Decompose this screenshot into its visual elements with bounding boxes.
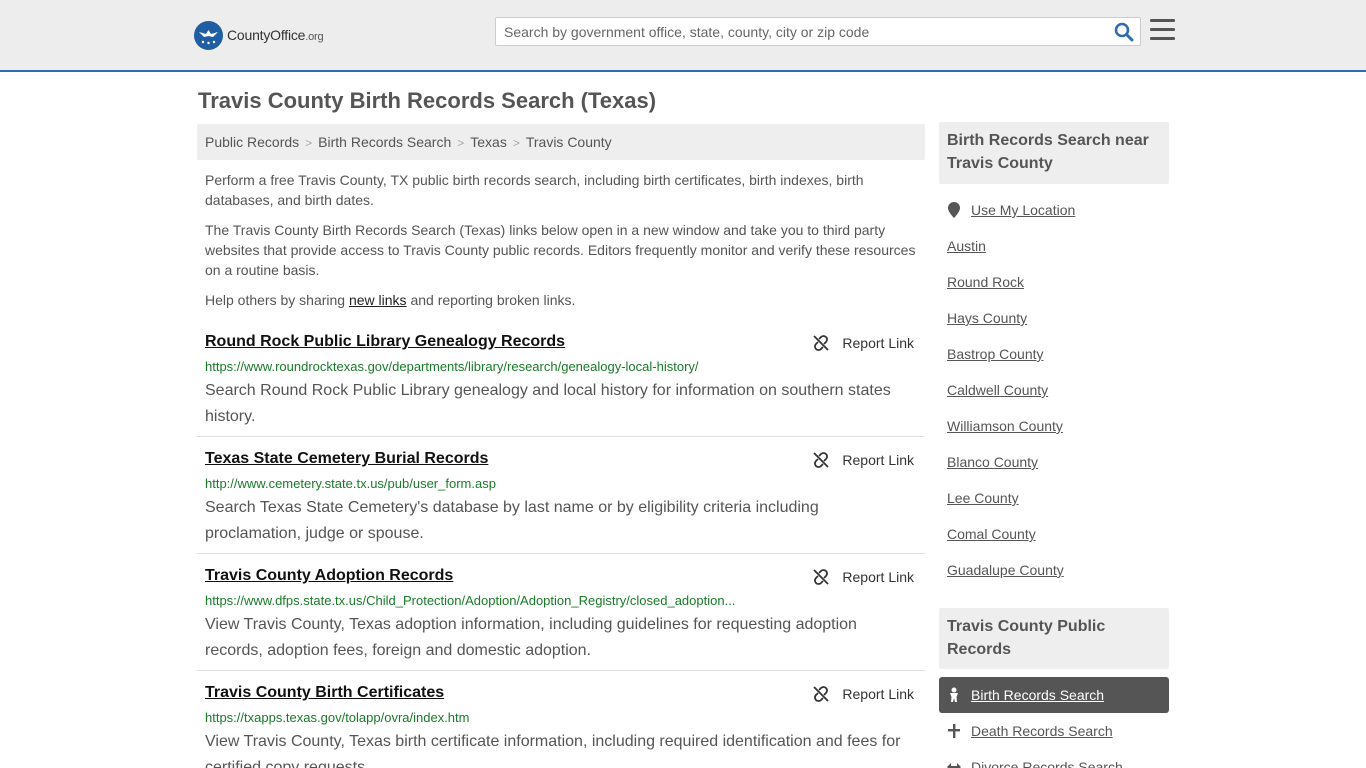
- search-icon: [1114, 22, 1134, 42]
- site-logo[interactable]: CountyOffice.org: [194, 20, 324, 50]
- logo-eagle-icon: [194, 20, 223, 50]
- report-link-button[interactable]: Report Link: [812, 568, 914, 586]
- page-title: Travis County Birth Records Search (Texa…: [198, 88, 657, 113]
- nearby-link-williamson-county[interactable]: Williamson County: [947, 418, 1063, 434]
- map-marker-icon: [947, 202, 961, 218]
- result-item: Round Rock Public Library Genealogy Reco…: [197, 326, 925, 437]
- report-link-button[interactable]: Report Link: [812, 334, 914, 352]
- use-my-location-label: Use My Location: [971, 202, 1076, 218]
- result-description: View Travis County, Texas birth certific…: [205, 733, 901, 768]
- share-text-before: Help others by sharing: [205, 292, 349, 308]
- share-paragraph: Help others by sharing new links and rep…: [205, 290, 920, 310]
- sidebar-item-label: Birth Records Search: [971, 687, 1105, 703]
- result-url: https://www.roundrocktexas.gov/departmen…: [205, 359, 699, 374]
- breadcrumb-travis-county[interactable]: Travis County: [526, 134, 612, 150]
- split-arrows-icon: [947, 761, 961, 768]
- breadcrumb-separator: >: [512, 136, 520, 150]
- public-records-heading: Travis County Public Records: [939, 608, 1169, 669]
- search-box: [495, 17, 1141, 46]
- broken-link-icon: [813, 452, 830, 468]
- result-item: Travis County Adoption Records Report Li…: [197, 560, 925, 671]
- report-link-label: Report Link: [842, 452, 914, 468]
- report-link-button[interactable]: Report Link: [812, 685, 914, 703]
- broken-link-icon: [813, 335, 830, 351]
- cross-icon: [947, 724, 961, 738]
- result-url: https://txapps.texas.gov/tolapp/ovra/ind…: [205, 710, 470, 725]
- report-link-label: Report Link: [842, 569, 914, 585]
- result-title-link[interactable]: Round Rock Public Library Genealogy Reco…: [205, 333, 565, 351]
- search-button[interactable]: [1114, 22, 1134, 42]
- breadcrumb-separator: >: [305, 136, 313, 150]
- baby-icon: [947, 687, 961, 703]
- sidebar-item-divorce-records[interactable]: Divorce Records Search: [939, 749, 1169, 768]
- breadcrumb-birth-records[interactable]: Birth Records Search: [318, 134, 451, 150]
- nearby-link-lee-county[interactable]: Lee County: [947, 490, 1019, 506]
- logo-tld: .org: [305, 31, 324, 43]
- broken-link-icon: [813, 569, 830, 585]
- result-title-link[interactable]: Texas State Cemetery Burial Records: [205, 450, 488, 468]
- breadcrumb: Public Records > Birth Records Search > Texa…: [197, 124, 925, 160]
- nearby-link-austin[interactable]: Austin: [947, 238, 986, 254]
- nearby-link-guadalupe-county[interactable]: Guadalupe County: [947, 562, 1064, 578]
- result-description: Search Round Rock Public Library genealo…: [205, 382, 891, 425]
- sidebar-item-death-records[interactable]: Death Records Search: [939, 713, 1169, 749]
- result-title-link[interactable]: Travis County Adoption Records: [205, 567, 453, 585]
- new-links-link[interactable]: new links: [349, 292, 407, 308]
- result-description: View Travis County, Texas adoption infor…: [205, 616, 857, 659]
- sidebar-item-label: Death Records Search: [971, 723, 1113, 739]
- disclaimer-paragraph: The Travis County Birth Records Search (…: [205, 222, 916, 278]
- intro-paragraph: Perform a free Travis County, TX public …: [205, 172, 864, 208]
- result-url: http://www.cemetery.state.tx.us/pub/user…: [205, 476, 496, 491]
- nearby-link-blanco-county[interactable]: Blanco County: [947, 454, 1038, 470]
- breadcrumb-texas[interactable]: Texas: [470, 134, 507, 150]
- result-item: Texas State Cemetery Burial Records Repo…: [197, 443, 925, 554]
- logo-text: CountyOffice.org: [227, 27, 324, 43]
- broken-link-icon: [813, 686, 830, 702]
- breadcrumb-separator: >: [457, 136, 465, 150]
- breadcrumb-public-records[interactable]: Public Records: [205, 134, 299, 150]
- result-url: https://www.dfps.state.tx.us/Child_Prote…: [205, 593, 736, 608]
- result-item: Travis County Birth Certificates Report …: [197, 677, 925, 768]
- logo-main: CountyOffice: [227, 27, 306, 43]
- site-header: CountyOffice.org: [0, 0, 1366, 72]
- nearby-heading: Birth Records Search near Travis County: [939, 122, 1169, 184]
- sidebar-item-birth-records[interactable]: Birth Records Search: [939, 677, 1169, 713]
- report-link-button[interactable]: Report Link: [812, 451, 914, 469]
- share-text-after: and reporting broken links.: [406, 292, 576, 308]
- use-my-location-link[interactable]: Use My Location: [939, 192, 1169, 228]
- report-link-label: Report Link: [842, 335, 914, 351]
- nearby-link-caldwell-county[interactable]: Caldwell County: [947, 382, 1048, 398]
- report-link-label: Report Link: [842, 686, 914, 702]
- search-input[interactable]: [496, 18, 1106, 45]
- result-title-link[interactable]: Travis County Birth Certificates: [205, 684, 444, 702]
- result-description: Search Texas State Cemetery's database b…: [205, 499, 819, 542]
- nearby-link-bastrop-county[interactable]: Bastrop County: [947, 346, 1044, 362]
- hamburger-menu-icon[interactable]: [1150, 19, 1175, 41]
- nearby-link-hays-county[interactable]: Hays County: [947, 310, 1027, 326]
- nearby-link-comal-county[interactable]: Comal County: [947, 526, 1036, 542]
- nearby-link-round-rock[interactable]: Round Rock: [947, 274, 1024, 290]
- sidebar-item-label: Divorce Records Search: [971, 759, 1123, 768]
